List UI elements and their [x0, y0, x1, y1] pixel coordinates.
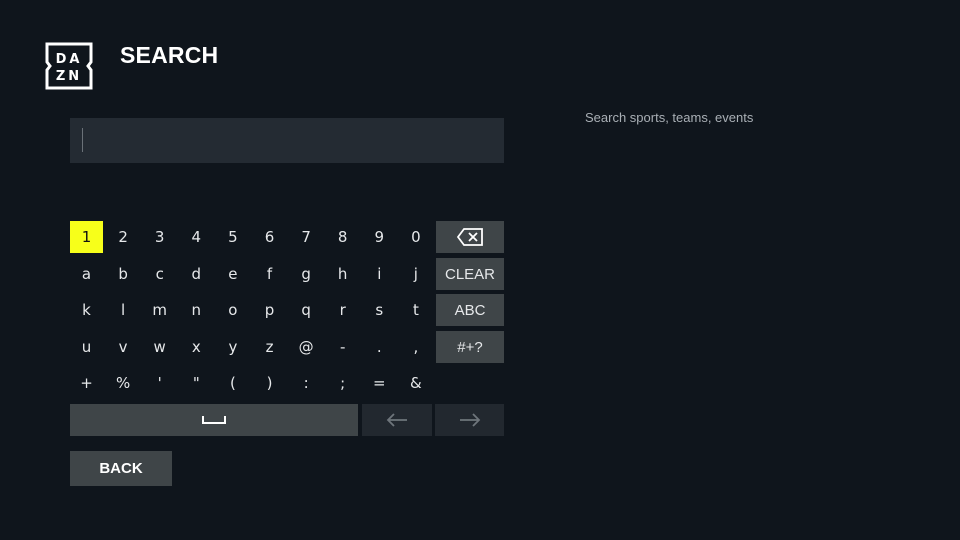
key-0-0[interactable]: 1: [70, 221, 103, 253]
key-0-8[interactable]: 9: [363, 221, 396, 253]
space-icon: [202, 416, 226, 424]
key-1-9[interactable]: j: [399, 258, 432, 290]
backspace-key[interactable]: [436, 221, 504, 253]
search-hint: Search sports, teams, events: [585, 110, 754, 125]
search-input[interactable]: [70, 118, 504, 163]
key-4-9[interactable]: &: [399, 367, 432, 399]
symbols-key[interactable]: #+?: [436, 331, 504, 363]
key-3-0[interactable]: u: [70, 331, 103, 363]
key-0-7[interactable]: 8: [326, 221, 359, 253]
key-2-7[interactable]: r: [326, 294, 359, 326]
key-3-2[interactable]: w: [143, 331, 176, 363]
key-3-6[interactable]: @: [290, 331, 323, 363]
key-3-7[interactable]: -: [326, 331, 359, 363]
key-1-4[interactable]: e: [216, 258, 249, 290]
key-0-2[interactable]: 3: [143, 221, 176, 253]
key-4-7[interactable]: ;: [326, 367, 359, 399]
key-3-9[interactable]: ,: [399, 331, 432, 363]
page-title: SEARCH: [120, 42, 219, 68]
key-1-1[interactable]: b: [107, 258, 140, 290]
text-caret: [82, 128, 83, 152]
key-1-7[interactable]: h: [326, 258, 359, 290]
key-1-2[interactable]: c: [143, 258, 176, 290]
logo-text-top: DA: [56, 52, 83, 67]
key-1-8[interactable]: i: [363, 258, 396, 290]
key-4-8[interactable]: =: [363, 367, 396, 399]
backspace-icon: [457, 228, 483, 246]
cursor-right-key[interactable]: [435, 404, 504, 436]
key-1-3[interactable]: d: [180, 258, 213, 290]
key-4-6[interactable]: :: [290, 367, 323, 399]
logo-text-bottom: ZN: [56, 69, 82, 84]
key-2-2[interactable]: m: [143, 294, 176, 326]
clear-key[interactable]: CLEAR: [436, 258, 504, 290]
key-2-6[interactable]: q: [290, 294, 323, 326]
key-1-5[interactable]: f: [253, 258, 286, 290]
key-4-1[interactable]: %: [107, 367, 140, 399]
key-3-5[interactable]: z: [253, 331, 286, 363]
key-4-3[interactable]: ": [180, 367, 213, 399]
key-0-1[interactable]: 2: [107, 221, 140, 253]
key-0-6[interactable]: 7: [290, 221, 323, 253]
arrow-right-icon: [459, 413, 480, 427]
key-3-4[interactable]: y: [216, 331, 249, 363]
arrow-left-icon: [386, 413, 407, 427]
key-3-1[interactable]: v: [107, 331, 140, 363]
key-1-6[interactable]: g: [290, 258, 323, 290]
dazn-logo: DA ZN: [45, 42, 93, 90]
key-0-3[interactable]: 4: [180, 221, 213, 253]
key-4-0[interactable]: +: [70, 367, 103, 399]
key-2-8[interactable]: s: [363, 294, 396, 326]
key-2-1[interactable]: l: [107, 294, 140, 326]
key-2-3[interactable]: n: [180, 294, 213, 326]
key-2-4[interactable]: o: [216, 294, 249, 326]
abc-key[interactable]: ABC: [436, 294, 504, 326]
back-button[interactable]: BACK: [70, 451, 172, 486]
key-4-4[interactable]: (: [216, 367, 249, 399]
cursor-left-key[interactable]: [362, 404, 432, 436]
key-2-5[interactable]: p: [253, 294, 286, 326]
key-4-5[interactable]: ): [253, 367, 286, 399]
key-2-0[interactable]: k: [70, 294, 103, 326]
key-3-8[interactable]: .: [363, 331, 396, 363]
key-0-5[interactable]: 6: [253, 221, 286, 253]
key-0-4[interactable]: 5: [216, 221, 249, 253]
space-key[interactable]: [70, 404, 358, 436]
key-2-9[interactable]: t: [399, 294, 432, 326]
key-4-2[interactable]: ': [143, 367, 176, 399]
key-0-9[interactable]: 0: [399, 221, 432, 253]
key-3-3[interactable]: x: [180, 331, 213, 363]
key-1-0[interactable]: a: [70, 258, 103, 290]
